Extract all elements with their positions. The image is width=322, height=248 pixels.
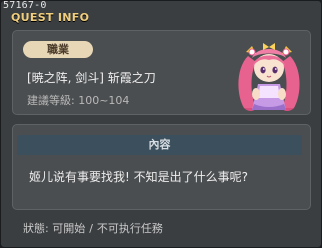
quest-id: 57167-0 xyxy=(3,0,47,11)
content-text: 姬儿说有事要找我! 不知是出了什么事呢? xyxy=(29,170,248,184)
quest-status: 狀態: 可開始 / 不可执行任務 xyxy=(23,222,163,235)
quest-content-panel: 內容 姬儿说有事要找我! 不知是出了什么事呢? xyxy=(12,124,311,210)
recommended-level-value: 100~104 xyxy=(78,94,130,107)
job-badge: 職業 xyxy=(23,41,93,58)
quest-summary-panel: 職業 [暁之阵, 剑斗] 斩霞之刀 建議等級: 100~104 xyxy=(12,30,311,115)
status-complete-state: 不可执行任務 xyxy=(96,222,163,235)
status-start-state: 可開始 xyxy=(52,222,86,235)
status-label: 狀態 xyxy=(23,222,45,235)
quest-name: [暁之阵, 剑斗] 斩霞之刀 xyxy=(27,71,156,85)
quest-info-window: 57167-0 QUEST INFO 職業 [暁之阵, 剑斗] 斩霞之刀 建議等… xyxy=(0,0,322,248)
recommended-level: 建議等級: 100~104 xyxy=(27,94,130,107)
npc-portrait-icon xyxy=(238,43,300,111)
recommended-level-label: 建議等級 xyxy=(27,94,71,107)
window-title: QUEST INFO xyxy=(11,11,90,24)
content-header: 內容 xyxy=(17,135,302,155)
status-separator: / xyxy=(89,222,93,235)
